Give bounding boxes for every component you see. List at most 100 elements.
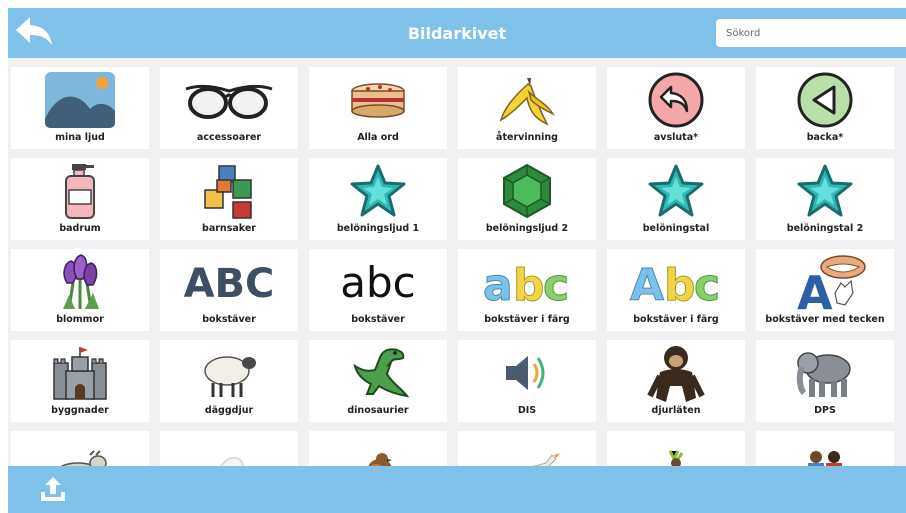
faded-animal-icon xyxy=(160,435,298,466)
image-tile[interactable]: Abokstäver med tecken xyxy=(756,249,894,331)
tile-label: blommor xyxy=(56,314,104,325)
tile-label: mina ljud xyxy=(55,132,105,143)
image-tile[interactable] xyxy=(11,431,149,466)
elephant-icon xyxy=(756,344,894,402)
upload-icon xyxy=(38,474,68,508)
svg-text:b: b xyxy=(513,260,545,308)
image-tile[interactable] xyxy=(160,431,298,466)
tile-label: belöningsljud 1 xyxy=(336,223,420,234)
tile-label: återvinning xyxy=(496,132,558,143)
letter-a-sign-icon: A xyxy=(756,253,894,311)
back-triangle-icon xyxy=(756,71,894,129)
star-icon xyxy=(607,162,745,220)
tile-label: barnsaker xyxy=(202,223,256,234)
image-tile[interactable]: abc bokstäver xyxy=(309,249,447,331)
banana-peel-icon xyxy=(458,71,596,129)
dinosaur-icon xyxy=(309,344,447,402)
abc-color-lowercase-icon: abc xyxy=(458,253,596,311)
speaker-icon xyxy=(458,344,596,402)
back-arrow-icon xyxy=(14,15,54,51)
tile-label: djurläten xyxy=(651,405,701,416)
dancer-icon xyxy=(607,435,745,466)
image-tile[interactable]: belöningstal xyxy=(607,158,745,240)
tile-label: belöningsljud 2 xyxy=(485,223,569,234)
tile-label: backa* xyxy=(806,132,844,143)
chimpanzee-icon xyxy=(607,344,745,402)
svg-text:b: b xyxy=(664,260,696,308)
image-tile[interactable]: barnsaker xyxy=(160,158,298,240)
bottom-bar xyxy=(8,466,906,513)
white-bird-icon xyxy=(458,435,596,466)
image-tile[interactable]: blommor xyxy=(11,249,149,331)
image-tile[interactable]: Ab c bokstäver i färg xyxy=(607,249,745,331)
cake-icon xyxy=(309,71,447,129)
sheep-icon xyxy=(160,344,298,402)
tile-label: byggnader xyxy=(51,405,109,416)
abc-uppercase-icon: ABC xyxy=(160,253,298,311)
image-tile[interactable]: djurläten xyxy=(607,340,745,422)
image-tile[interactable]: belöningsljud 1 xyxy=(309,158,447,240)
tile-label: DPS xyxy=(814,405,836,416)
upload-button[interactable] xyxy=(36,474,70,508)
image-tile[interactable] xyxy=(458,431,596,466)
image-tile[interactable]: återvinning xyxy=(458,67,596,149)
tile-label: bokstäver xyxy=(351,314,405,325)
tile-label: belöningstal 2 xyxy=(786,223,864,234)
svg-text:c: c xyxy=(543,260,569,308)
tile-label: accessoarer xyxy=(196,132,262,143)
tile-label: bokstäver i färg xyxy=(484,314,570,325)
people-icon xyxy=(756,435,894,466)
image-tile[interactable]: däggdjur xyxy=(160,340,298,422)
tile-label: bokstäver xyxy=(202,314,256,325)
image-tile[interactable]: Alla ord xyxy=(309,67,447,149)
tile-label: Alla ord xyxy=(357,132,399,143)
image-tile[interactable]: accessoarer xyxy=(160,67,298,149)
image-tile[interactable] xyxy=(607,431,745,466)
image-tile[interactable]: DIS xyxy=(458,340,596,422)
tile-label: DIS xyxy=(517,405,537,416)
svg-text:a: a xyxy=(483,260,513,308)
image-tile[interactable] xyxy=(309,431,447,466)
svg-text:ABC: ABC xyxy=(184,261,274,307)
image-tile[interactable]: byggnader xyxy=(11,340,149,422)
abc-color-mixed-icon: Abc xyxy=(607,253,745,311)
tile-label: belöningstal xyxy=(642,223,710,234)
image-tile[interactable]: belöningstal 2 xyxy=(756,158,894,240)
goat-icon xyxy=(11,435,149,466)
star-icon xyxy=(756,162,894,220)
svg-text:c: c xyxy=(694,260,720,308)
image-tile[interactable]: avsluta* xyxy=(607,67,745,149)
svg-text:abc: abc xyxy=(340,258,416,307)
green-gem-icon xyxy=(458,162,596,220)
tile-label: avsluta* xyxy=(653,132,699,143)
image-tile[interactable]: backa* xyxy=(756,67,894,149)
tile-label: dinosaurier xyxy=(347,405,409,416)
soap-bottle-icon xyxy=(11,162,149,220)
robin-bird-icon xyxy=(309,435,447,466)
svg-text:A: A xyxy=(797,266,833,311)
search-input[interactable] xyxy=(716,19,906,47)
tile-label: bokstäver i färg xyxy=(633,314,719,325)
glasses-icon xyxy=(160,71,298,129)
image-tile[interactable]: belöningsljud 2 xyxy=(458,158,596,240)
landscape-image-icon xyxy=(11,71,149,129)
tile-label: bokstäver med tecken xyxy=(765,314,885,325)
svg-text:A: A xyxy=(630,260,664,308)
top-bar: Bildarkivet xyxy=(8,8,906,58)
image-tile[interactable]: mina ljud xyxy=(11,67,149,149)
image-tile[interactable]: dinosaurier xyxy=(309,340,447,422)
image-tile[interactable]: DPS xyxy=(756,340,894,422)
toy-blocks-icon xyxy=(160,162,298,220)
tile-label: däggdjur xyxy=(204,405,254,416)
castle-icon xyxy=(11,344,149,402)
abc-lowercase-icon: abc xyxy=(309,253,447,311)
image-grid: mina ljud accessoarer Alla ord återvinning a… xyxy=(8,58,906,466)
image-tile[interactable] xyxy=(756,431,894,466)
image-tile[interactable]: a b c bokstäver i färg xyxy=(458,249,596,331)
crocus-flowers-icon xyxy=(11,253,149,311)
back-button[interactable] xyxy=(14,15,54,51)
image-tile[interactable]: badrum xyxy=(11,158,149,240)
star-icon xyxy=(309,162,447,220)
return-arrow-icon xyxy=(607,71,745,129)
image-tile[interactable]: ABC bokstäver xyxy=(160,249,298,331)
